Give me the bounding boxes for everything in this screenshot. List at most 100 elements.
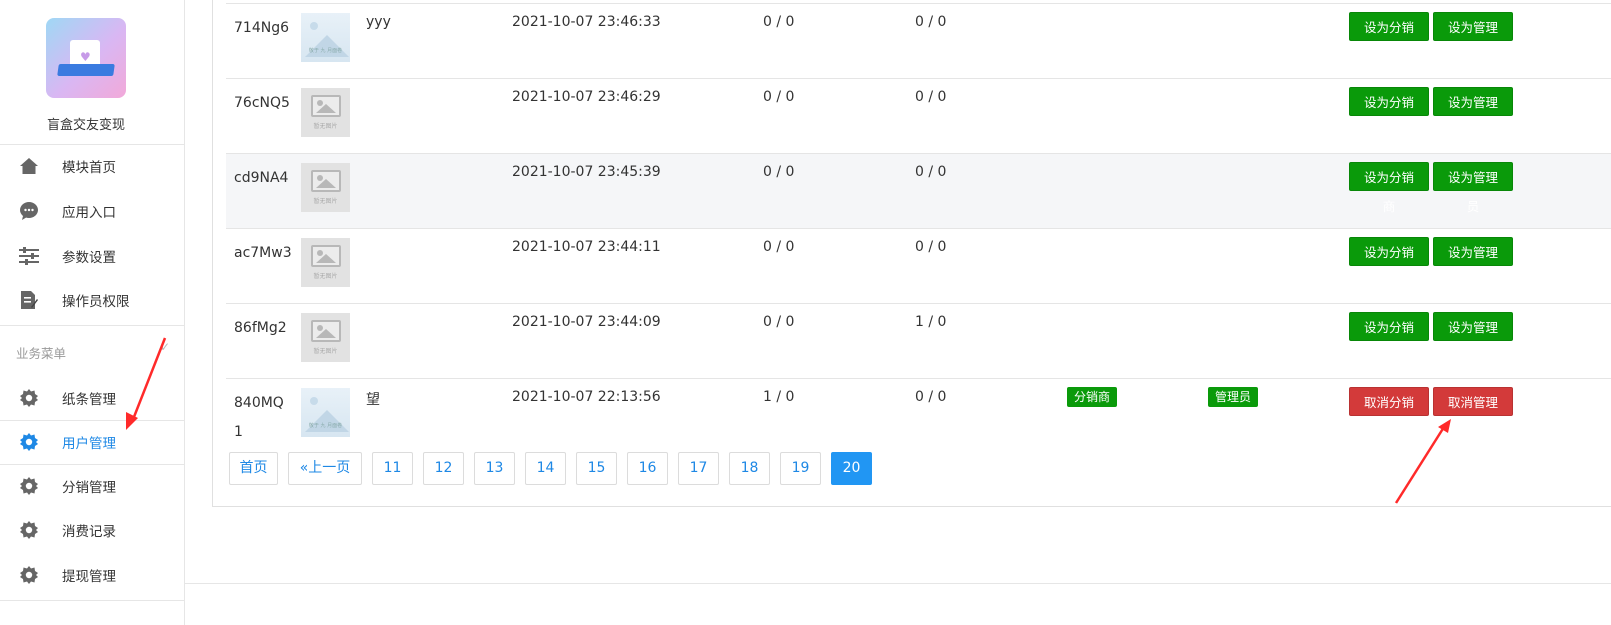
user-id: cd9NA4 (234, 170, 289, 186)
count-b: 0 / 0 (915, 14, 947, 30)
created-time: 2021-10-07 23:46:29 (512, 89, 661, 105)
sidebar-item-label: 用户管理 (62, 436, 116, 452)
set-admin-button[interactable]: 设为管理员 (1433, 87, 1513, 139)
image-placeholder-icon (310, 170, 341, 192)
count-a: 1 / 0 (763, 389, 795, 405)
page-number-button[interactable]: 19 (780, 452, 821, 485)
section-title: 业务菜单 (16, 346, 67, 361)
gear-icon (19, 520, 39, 540)
page-number-button[interactable]: 16 (627, 452, 668, 485)
sidebar-item-operator-permissions[interactable]: 操作员权限 (0, 278, 185, 322)
set-distributor-button[interactable]: 设为分销商 (1349, 162, 1429, 214)
count-a: 0 / 0 (763, 239, 795, 255)
sidebar-item-label: 提现管理 (62, 569, 116, 585)
count-b: 0 / 0 (915, 389, 947, 405)
created-time: 2021-10-07 23:44:09 (512, 314, 661, 330)
created-time: 2021-10-07 23:44:11 (512, 239, 661, 255)
sidebar-divider (0, 325, 185, 326)
page-number-button[interactable]: 12 (423, 452, 464, 485)
admin-badge: 管理员 (1208, 387, 1259, 407)
nickname: 望 (366, 392, 380, 408)
set-admin-button[interactable]: 设为管理员 (1433, 237, 1513, 289)
user-id: 840MQ1 (234, 395, 284, 440)
table-row: cd9NA4 暂无图片 2021-10-07 23:45:39 0 / 0 0 … (226, 153, 1611, 228)
set-admin-button[interactable]: 设为管理员 (1433, 312, 1513, 364)
sidebar-item-params[interactable]: 参数设置 (0, 234, 185, 278)
user-id: 714Ng6 (234, 20, 289, 36)
edit-doc-icon (19, 290, 39, 310)
image-placeholder-icon (310, 95, 341, 117)
sidebar-item-label: 应用入口 (62, 205, 116, 221)
app-name: 盲盒交友变现 (46, 118, 125, 133)
footer-divider (185, 583, 1611, 584)
created-time: 2021-10-07 22:13:56 (512, 389, 661, 405)
sidebar-item-label: 模块首页 (62, 160, 116, 176)
page-number-button[interactable]: 18 (729, 452, 770, 485)
created-time: 2021-10-07 23:46:33 (512, 14, 661, 30)
user-id: 86fMg2 (234, 320, 287, 336)
table-row: 714Ng6 敬于 九 月面卷 yyy 2021-10-07 23:46:33 … (226, 3, 1611, 78)
sidebar-item-consumption[interactable]: 消费记录 (0, 508, 185, 552)
sidebar-item-withdraw[interactable]: 提现管理 (0, 553, 185, 597)
sidebar-item-label: 参数设置 (62, 250, 116, 266)
set-distributor-button[interactable]: 设为分销商 (1349, 237, 1429, 289)
user-id: 76cNQ5 (234, 95, 290, 111)
count-a: 0 / 0 (763, 314, 795, 330)
count-b: 0 / 0 (915, 164, 947, 180)
set-admin-button[interactable]: 设为管理员 (1433, 12, 1513, 64)
table-row: 840MQ1 敬于 九 月面卷 望 2021-10-07 22:13:56 1 … (226, 378, 1611, 453)
set-distributor-button[interactable]: 设为分销商 (1349, 87, 1429, 139)
avatar: 暂无图片 (301, 163, 350, 212)
image-placeholder-icon (310, 245, 341, 267)
sidebar: ♥ 盲盒交友变现 模块首页 应用入口 参数设置 操作员权限 业务菜单 ✓ 纸条管… (0, 0, 185, 625)
chat-icon (19, 201, 39, 221)
table-row: 86fMg2 暂无图片 2021-10-07 23:44:09 0 / 0 1 … (226, 303, 1611, 378)
home-icon (19, 156, 39, 176)
sidebar-item-home[interactable]: 模块首页 (0, 144, 185, 188)
avatar: 暂无图片 (301, 238, 350, 287)
sidebar-item-app-entry[interactable]: 应用入口 (0, 189, 185, 233)
gear-icon (19, 388, 39, 408)
count-a: 0 / 0 (763, 14, 795, 30)
count-b: 0 / 0 (915, 239, 947, 255)
gear-icon (19, 565, 39, 585)
heart-icon: ♥ (80, 50, 91, 64)
created-time: 2021-10-07 23:45:39 (512, 164, 661, 180)
app-logo: ♥ (46, 18, 126, 98)
sidebar-item-users[interactable]: 用户管理 (0, 420, 185, 464)
page-number-button[interactable]: 13 (474, 452, 515, 485)
page-number-button[interactable]: 15 (576, 452, 617, 485)
sidebar-item-distribution[interactable]: 分销管理 (0, 464, 185, 508)
first-page-button[interactable]: 首页 (229, 452, 278, 485)
set-distributor-button[interactable]: 设为分销商 (1349, 312, 1429, 364)
cancel-distributor-button[interactable]: 取消分销商 (1349, 387, 1429, 439)
count-a: 0 / 0 (763, 89, 795, 105)
page-number-button[interactable]: 11 (372, 452, 413, 485)
count-b: 0 / 0 (915, 89, 947, 105)
chevron-down-icon[interactable]: ✓ (160, 340, 170, 354)
sidebar-item-label: 分销管理 (62, 480, 116, 496)
gear-icon (19, 476, 39, 496)
sliders-icon (19, 246, 39, 266)
avatar: 暂无图片 (301, 313, 350, 362)
page-number-button[interactable]: 20 (831, 452, 872, 485)
distributor-badge: 分销商 (1067, 387, 1118, 407)
page-number-button[interactable]: 14 (525, 452, 566, 485)
count-b: 1 / 0 (915, 314, 947, 330)
logo-tray-shape (57, 64, 115, 76)
sidebar-item-label: 消费记录 (62, 524, 116, 540)
set-distributor-button[interactable]: 设为分销商 (1349, 12, 1429, 64)
cancel-admin-button[interactable]: 取消管理员 (1433, 387, 1513, 439)
image-placeholder-icon (310, 320, 341, 342)
user-id: ac7Mw3 (234, 245, 292, 261)
sidebar-item-notes[interactable]: 纸条管理 (0, 376, 185, 420)
gear-icon (19, 432, 39, 452)
table-row: ac7Mw3 暂无图片 2021-10-07 23:44:11 0 / 0 0 … (226, 228, 1611, 303)
set-admin-button[interactable]: 设为管理员 (1433, 162, 1513, 214)
page-number-button[interactable]: 17 (678, 452, 719, 485)
avatar: 敬于 九 月面卷 (301, 388, 350, 437)
sidebar-divider (0, 600, 185, 601)
avatar: 暂无图片 (301, 88, 350, 137)
sidebar-item-label: 纸条管理 (62, 392, 116, 408)
prev-page-button[interactable]: «上一页 (288, 452, 362, 485)
